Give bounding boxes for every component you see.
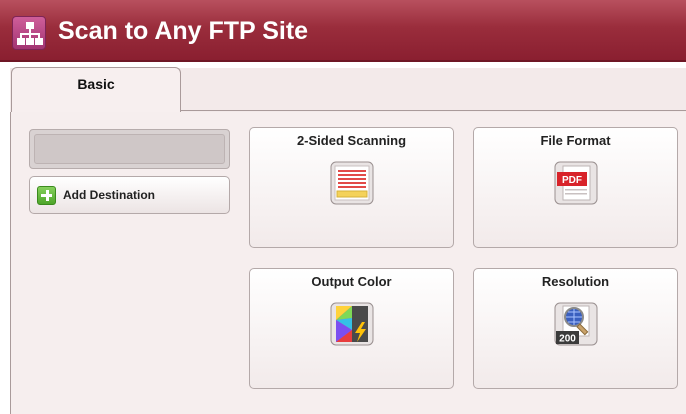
color-palette-icon: [328, 300, 376, 348]
file-format-button[interactable]: File Format PDF: [473, 127, 678, 248]
destination-field[interactable]: [29, 129, 230, 169]
two-sided-scanning-label: 2-Sided Scanning: [296, 133, 407, 148]
resolution-badge: 200: [559, 334, 576, 345]
tab-basic-label: Basic: [77, 76, 115, 92]
file-format-label: File Format: [540, 133, 611, 148]
add-destination-label: Add Destination: [63, 188, 155, 202]
tab-divider: [180, 110, 686, 111]
title-bar: Scan to Any FTP Site: [0, 0, 686, 62]
resolution-magnifier-icon: 200: [552, 300, 600, 348]
network-icon: [12, 16, 46, 50]
resolution-label: Resolution: [541, 274, 610, 289]
resolution-button[interactable]: Resolution 200: [473, 268, 678, 389]
pdf-badge: PDF: [562, 175, 582, 186]
window-title: Scan to Any FTP Site: [58, 17, 309, 45]
output-color-label: Output Color: [311, 274, 392, 289]
pdf-file-icon: PDF: [552, 159, 600, 207]
two-sided-scanning-button[interactable]: 2-Sided Scanning: [249, 127, 454, 248]
destination-value: [34, 134, 225, 164]
tab-basic[interactable]: Basic: [11, 67, 181, 112]
plus-icon: [37, 186, 56, 205]
two-sided-document-icon: [328, 159, 376, 207]
add-destination-button[interactable]: Add Destination: [29, 176, 230, 214]
output-color-button[interactable]: Output Color: [249, 268, 454, 389]
